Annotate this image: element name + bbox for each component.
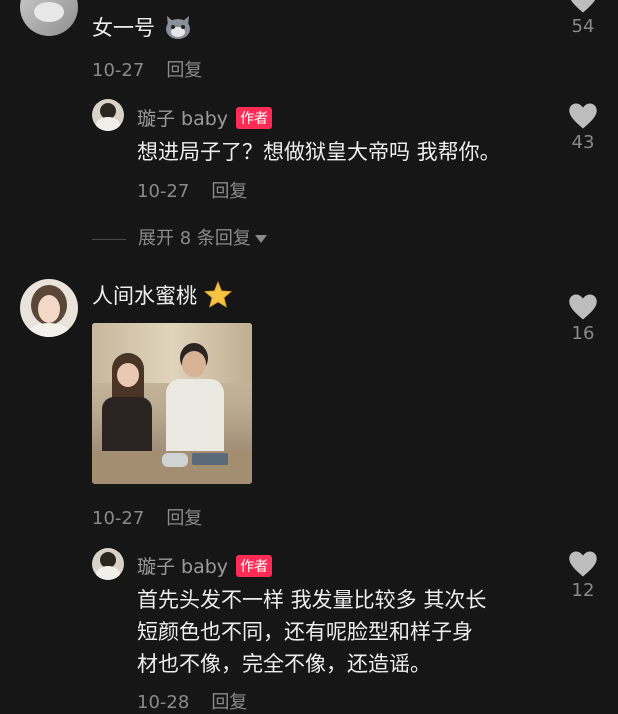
cat-face-emoji-icon xyxy=(164,14,192,44)
like-button[interactable]: 43 xyxy=(558,102,608,153)
divider xyxy=(92,238,126,240)
expand-replies-label: 展开 8 条回复 xyxy=(138,228,251,249)
like-button[interactable]: 54 xyxy=(558,0,608,37)
heart-icon xyxy=(569,294,597,320)
heart-icon xyxy=(570,0,596,13)
comment-date: 10-28 xyxy=(137,692,190,713)
like-count: 54 xyxy=(571,16,595,37)
comment-text-line: 首先头发不一样 我发量比较多 其次长 xyxy=(137,588,487,612)
avatar[interactable] xyxy=(20,0,78,36)
heart-icon xyxy=(569,551,597,577)
reply-button[interactable]: 回复 xyxy=(166,60,202,81)
comment-date: 10-27 xyxy=(92,60,145,81)
reply-button[interactable]: 回复 xyxy=(211,692,247,713)
commenter-name[interactable]: 人间水蜜桃 xyxy=(92,284,197,308)
avatar[interactable] xyxy=(20,279,78,337)
comment-text-line: 材也不像，完全不像，还造谣。 xyxy=(137,652,431,676)
like-button[interactable]: 16 xyxy=(558,293,608,344)
comment-text-line: 短颜色也不同，还有呢脸型和样子身 xyxy=(137,620,473,644)
heart-icon xyxy=(569,103,597,129)
comment-image[interactable] xyxy=(92,323,252,484)
commenter-name[interactable]: 璇子 baby xyxy=(137,108,228,130)
comment-date: 10-27 xyxy=(137,181,190,202)
author-badge: 作者 xyxy=(236,107,273,129)
like-count: 16 xyxy=(571,323,595,344)
avatar[interactable] xyxy=(92,548,124,580)
like-count: 12 xyxy=(571,580,595,601)
like-count: 43 xyxy=(571,132,595,153)
comment-date: 10-27 xyxy=(92,508,145,529)
comment-text: 想进局子了？想做狱皇大帝吗 我帮你。 xyxy=(137,140,501,164)
author-badge: 作者 xyxy=(236,555,273,577)
comment-text: 首先头发不一样 我发量比较多 其次长 短颜色也不同，还有呢脸型和样子身 材也不像… xyxy=(137,584,557,680)
commenter-name[interactable]: 璇子 baby xyxy=(137,556,228,578)
reply-button[interactable]: 回复 xyxy=(166,508,202,529)
like-button[interactable]: 12 xyxy=(558,550,608,601)
chevron-down-icon xyxy=(254,235,267,243)
expand-replies[interactable]: 展开 8 条回复 xyxy=(92,224,267,250)
avatar[interactable] xyxy=(92,99,124,131)
commenter-name[interactable]: 女一号 xyxy=(92,16,155,40)
star-emoji-icon xyxy=(204,280,233,312)
reply-button[interactable]: 回复 xyxy=(211,181,247,202)
